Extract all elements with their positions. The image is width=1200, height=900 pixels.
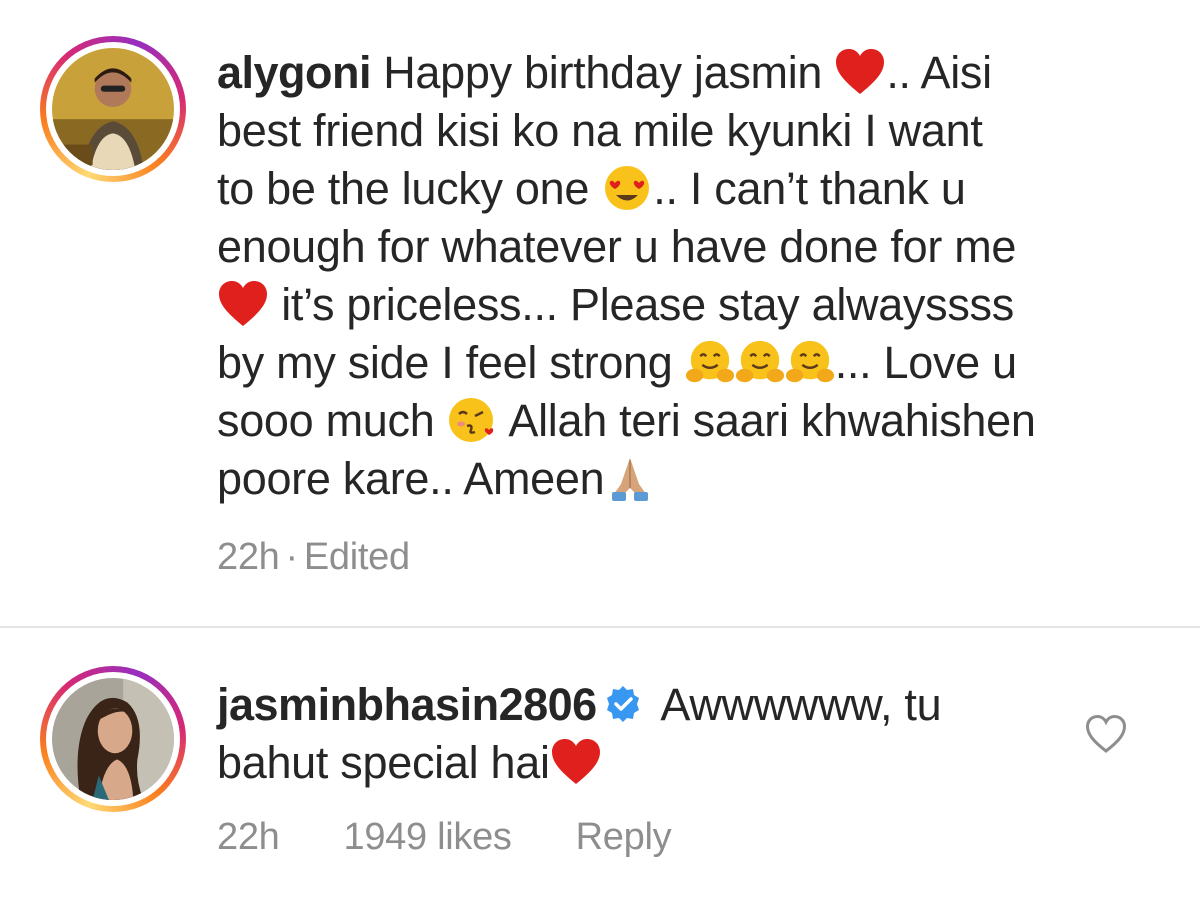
hugging-face-emoji-icon [685, 338, 735, 386]
face-blowing-kiss-emoji-icon [447, 396, 499, 444]
comment-text: it’s priceless... Please stay alwayssss [281, 279, 1014, 330]
comment-line: bahut special hai [217, 734, 1037, 792]
comment-text: Allah teri saari khwahishen [508, 395, 1036, 446]
comment-text: .. Aisi [886, 47, 992, 98]
comment-body: alygoni Happy birthday jasmin .. Aisi be… [217, 44, 1117, 508]
red-heart-icon [550, 738, 602, 786]
comment-line: alygoni Happy birthday jasmin .. Aisi [217, 44, 1117, 102]
comment-text: bahut special hai [217, 737, 550, 788]
comment-line: sooo much Allah teri saari khwahishen [217, 392, 1117, 450]
red-heart-icon [834, 48, 886, 96]
comment-line: to be the lucky one .. I can’t thank u [217, 160, 1117, 218]
comment-text: ... Love u [834, 337, 1017, 388]
comment-meta: 22h 1949 likes Reply [217, 816, 672, 859]
comment-line: by my side I feel strong ... Love u [217, 334, 1117, 392]
heart-eyes-emoji-icon [601, 164, 653, 212]
comment-text: .. I can’t thank u [653, 163, 966, 214]
comment-line: it’s priceless... Please stay alwayssss [217, 276, 1117, 334]
comment-text: enough for whatever u have done for me [217, 221, 1017, 272]
instagram-comments-view: alygoni Happy birthday jasmin .. Aisi be… [0, 0, 1200, 900]
comment-line: jasminbhasin2806 Awwwwww, tu [217, 676, 1037, 734]
comment-timestamp[interactable]: 22h [217, 816, 280, 859]
avatar-story-ring[interactable] [40, 36, 186, 182]
comment-username[interactable]: jasminbhasin2806 [217, 679, 597, 730]
comment-jasminbhasin2806: jasminbhasin2806 Awwwwww, tu bahut speci… [0, 628, 1200, 900]
hugging-face-emoji-icon [735, 338, 785, 386]
avatar-story-ring[interactable] [40, 666, 186, 812]
comment-line: best friend kisi ko na mile kyunki I wan… [217, 102, 1117, 160]
avatar[interactable] [52, 678, 174, 800]
meta-separator: · [285, 536, 299, 578]
comment-timestamp[interactable]: 22h [217, 536, 280, 579]
comment-alygoni: alygoni Happy birthday jasmin .. Aisi be… [0, 0, 1200, 626]
likes-count[interactable]: 1949 likes [344, 816, 512, 859]
comment-text: best friend kisi ko na mile kyunki I wan… [217, 105, 983, 156]
reply-button[interactable]: Reply [576, 816, 672, 859]
edited-label: Edited [303, 536, 410, 578]
heart-outline-icon [1085, 714, 1127, 753]
hugging-face-emoji-icon [785, 338, 835, 386]
comment-text: Happy birthday jasmin [383, 47, 823, 98]
folded-hands-emoji-icon [604, 454, 656, 502]
comment-body: jasminbhasin2806 Awwwwww, tu bahut speci… [217, 676, 1037, 792]
comment-meta: 22h · Edited [217, 536, 410, 579]
comment-text: to be the lucky one [217, 163, 590, 214]
comment-line: poore kare.. Ameen [217, 450, 1117, 508]
verified-badge-icon [603, 684, 643, 724]
comment-text: poore kare.. Ameen [217, 453, 605, 504]
comment-text: Awwwwww, tu [660, 679, 942, 730]
avatar[interactable] [52, 48, 174, 170]
comment-text: sooo much [217, 395, 435, 446]
comment-username[interactable]: alygoni [217, 47, 372, 98]
red-heart-icon [217, 280, 269, 328]
like-comment-button[interactable] [1085, 714, 1127, 754]
comment-text: by my side I feel strong [217, 337, 673, 388]
comment-line: enough for whatever u have done for me [217, 218, 1117, 276]
